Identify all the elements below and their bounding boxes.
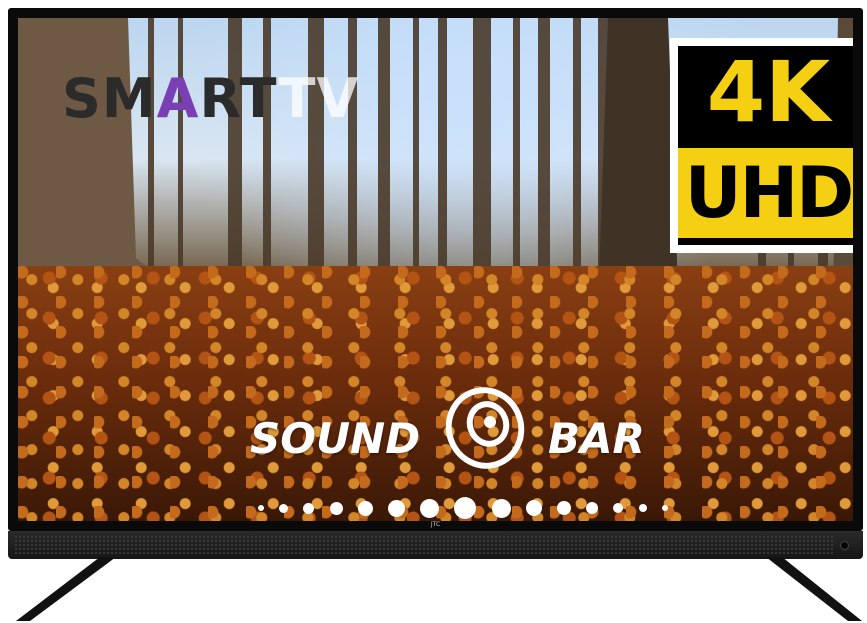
brand-mark: JTC <box>430 521 441 528</box>
dot <box>661 505 668 511</box>
tv-screen: SMARTTV 4K UHD SOUND BAR <box>18 18 853 521</box>
badge-background: 4K UHD <box>678 46 853 245</box>
dot <box>388 499 406 517</box>
dot <box>638 504 647 512</box>
badge-4k-text: 4K <box>706 43 831 141</box>
badge-uhd-text: UHD <box>678 148 853 238</box>
dot <box>329 501 343 515</box>
soundbar-dots <box>258 496 668 520</box>
soundbar-logo: SOUND BAR <box>250 378 670 478</box>
tv-frame: SMARTTV 4K UHD SOUND BAR JTC <box>8 8 863 531</box>
4k-uhd-badge: 4K UHD <box>670 38 853 253</box>
dot <box>420 498 440 518</box>
dot <box>303 502 315 514</box>
soundbar-word-sound: SOUND <box>250 414 421 463</box>
dot <box>557 501 572 515</box>
power-indicator-icon <box>840 541 849 550</box>
smart-tv-logo-a: A <box>156 67 200 130</box>
smart-tv-logo-part1: SM <box>62 67 157 130</box>
smart-tv-logo: SMARTTV <box>62 72 359 126</box>
dot <box>258 505 264 511</box>
dot <box>279 503 289 513</box>
dot <box>357 500 373 516</box>
dot <box>586 502 599 514</box>
speaker-grille <box>14 535 833 555</box>
smart-tv-logo-part2: RT <box>199 67 279 130</box>
speaker-icon <box>445 387 525 469</box>
soundbar-word-bar: BAR <box>548 414 645 463</box>
smart-tv-logo-part3: TV <box>278 67 360 130</box>
tv-stand-legs <box>16 557 862 621</box>
dot <box>525 500 542 516</box>
dot <box>613 503 624 513</box>
dot <box>491 498 511 518</box>
dot <box>454 497 477 519</box>
